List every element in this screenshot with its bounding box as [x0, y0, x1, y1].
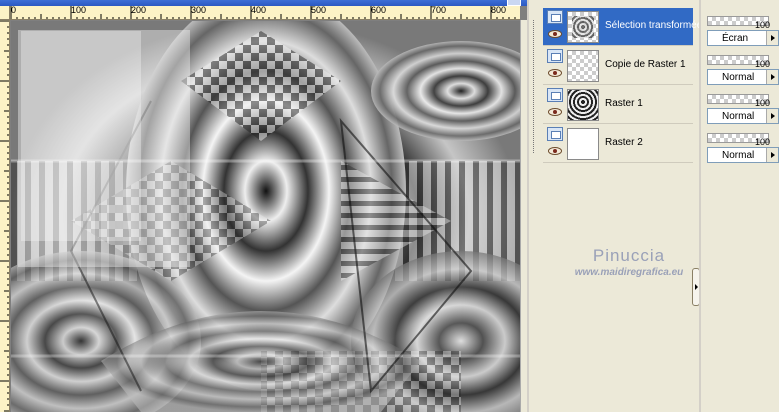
layer-controls	[547, 88, 565, 122]
layer-name: Sélection transformée	[605, 20, 703, 31]
layer-type-icon[interactable]	[547, 127, 563, 141]
ruler-label-400: 400	[251, 6, 267, 15]
layer-thumbnail	[567, 11, 599, 43]
layer-name: Copie de Raster 1	[605, 59, 686, 70]
blend-mode-select[interactable]: Normal	[707, 108, 779, 124]
layer-properties-3: 100 Normal	[705, 129, 779, 167]
layer-row-copie-de-raster-1[interactable]: Copie de Raster 1	[543, 47, 693, 85]
layer-thumbnail	[567, 50, 599, 82]
layer-thumbnail	[567, 89, 599, 121]
blend-mode-value: Normal	[722, 111, 755, 122]
dropdown-arrow-icon[interactable]	[766, 31, 778, 45]
visibility-eye-icon[interactable]	[548, 147, 562, 155]
ruler-ticks-vertical	[0, 20, 9, 412]
ruler-label-500: 500	[311, 6, 327, 15]
layer-row-selection-transformee[interactable]: Sélection transformée	[543, 8, 702, 46]
opacity-value: 100	[754, 137, 770, 147]
blend-mode-select[interactable]: Normal	[707, 147, 779, 163]
vertical-ruler	[0, 20, 10, 412]
canvas-area: 0 100 200 300 400 500 600 700 800	[0, 0, 527, 412]
ruler-label-100: 100	[71, 6, 87, 15]
watermark: Pinuccia www.maidiregrafica.eu	[559, 246, 699, 278]
layer-row-raster-1[interactable]: Raster 1	[543, 86, 693, 124]
layer-properties-0: 100 Écran	[705, 12, 779, 50]
ruler-label-600: 600	[371, 6, 387, 15]
visibility-eye-icon[interactable]	[548, 30, 562, 38]
opacity-slider[interactable]: 100	[707, 55, 770, 69]
opacity-value: 100	[754, 20, 770, 30]
layer-properties-2: 100 Normal	[705, 90, 779, 128]
layer-type-icon[interactable]	[547, 10, 563, 24]
ruler-label-800: 800	[491, 6, 507, 15]
dropdown-arrow-icon[interactable]	[766, 148, 778, 162]
watermark-url: www.maidiregrafica.eu	[574, 267, 684, 278]
opacity-value: 100	[754, 98, 770, 108]
visibility-eye-icon[interactable]	[548, 69, 562, 77]
layer-row-raster-2[interactable]: Raster 2	[543, 125, 693, 163]
watermark-name: Pinuccia	[592, 246, 666, 265]
blend-mode-value: Normal	[722, 150, 755, 161]
dropdown-arrow-icon[interactable]	[766, 70, 778, 84]
horizontal-ruler: 0 100 200 300 400 500 600 700 800	[10, 6, 520, 20]
blend-mode-select[interactable]: Normal	[707, 69, 779, 85]
thumbnail-pattern	[572, 16, 594, 38]
layer-properties-1: 100 Normal	[705, 51, 779, 89]
ruler-label-200: 200	[131, 6, 147, 15]
opacity-slider[interactable]: 100	[707, 94, 770, 108]
ruler-label-0: 0	[11, 6, 17, 15]
visibility-eye-icon[interactable]	[548, 108, 562, 116]
blend-mode-value: Normal	[722, 72, 755, 83]
layer-name: Raster 2	[605, 137, 643, 148]
dropdown-arrow-icon[interactable]	[766, 109, 778, 123]
layers-panel: Sélection transformée Copie de Raster 1 …	[527, 0, 702, 412]
layer-controls	[547, 10, 565, 44]
ruler-corner	[0, 6, 10, 20]
vertical-scrollbar[interactable]	[520, 20, 527, 412]
blend-mode-column: 100 Écran 100 Normal 100 Normal 100 Norm…	[699, 0, 779, 412]
ruler-label-300: 300	[191, 6, 207, 15]
layer-name: Raster 1	[605, 98, 643, 109]
layer-type-icon[interactable]	[547, 88, 563, 102]
layer-thumbnail	[567, 128, 599, 160]
blend-mode-value: Écran	[722, 33, 749, 44]
opacity-slider[interactable]: 100	[707, 16, 770, 30]
ruler-label-700: 700	[431, 6, 447, 15]
canvas-image[interactable]	[11, 21, 520, 412]
blend-mode-select[interactable]: Écran	[707, 30, 779, 46]
paint-application: 0 100 200 300 400 500 600 700 800 Sélect…	[0, 0, 779, 412]
layer-controls	[547, 49, 565, 83]
layer-tree-line	[533, 20, 534, 154]
opacity-value: 100	[754, 59, 770, 69]
layer-type-icon[interactable]	[547, 49, 563, 63]
layer-controls	[547, 127, 565, 161]
opacity-slider[interactable]: 100	[707, 133, 770, 147]
